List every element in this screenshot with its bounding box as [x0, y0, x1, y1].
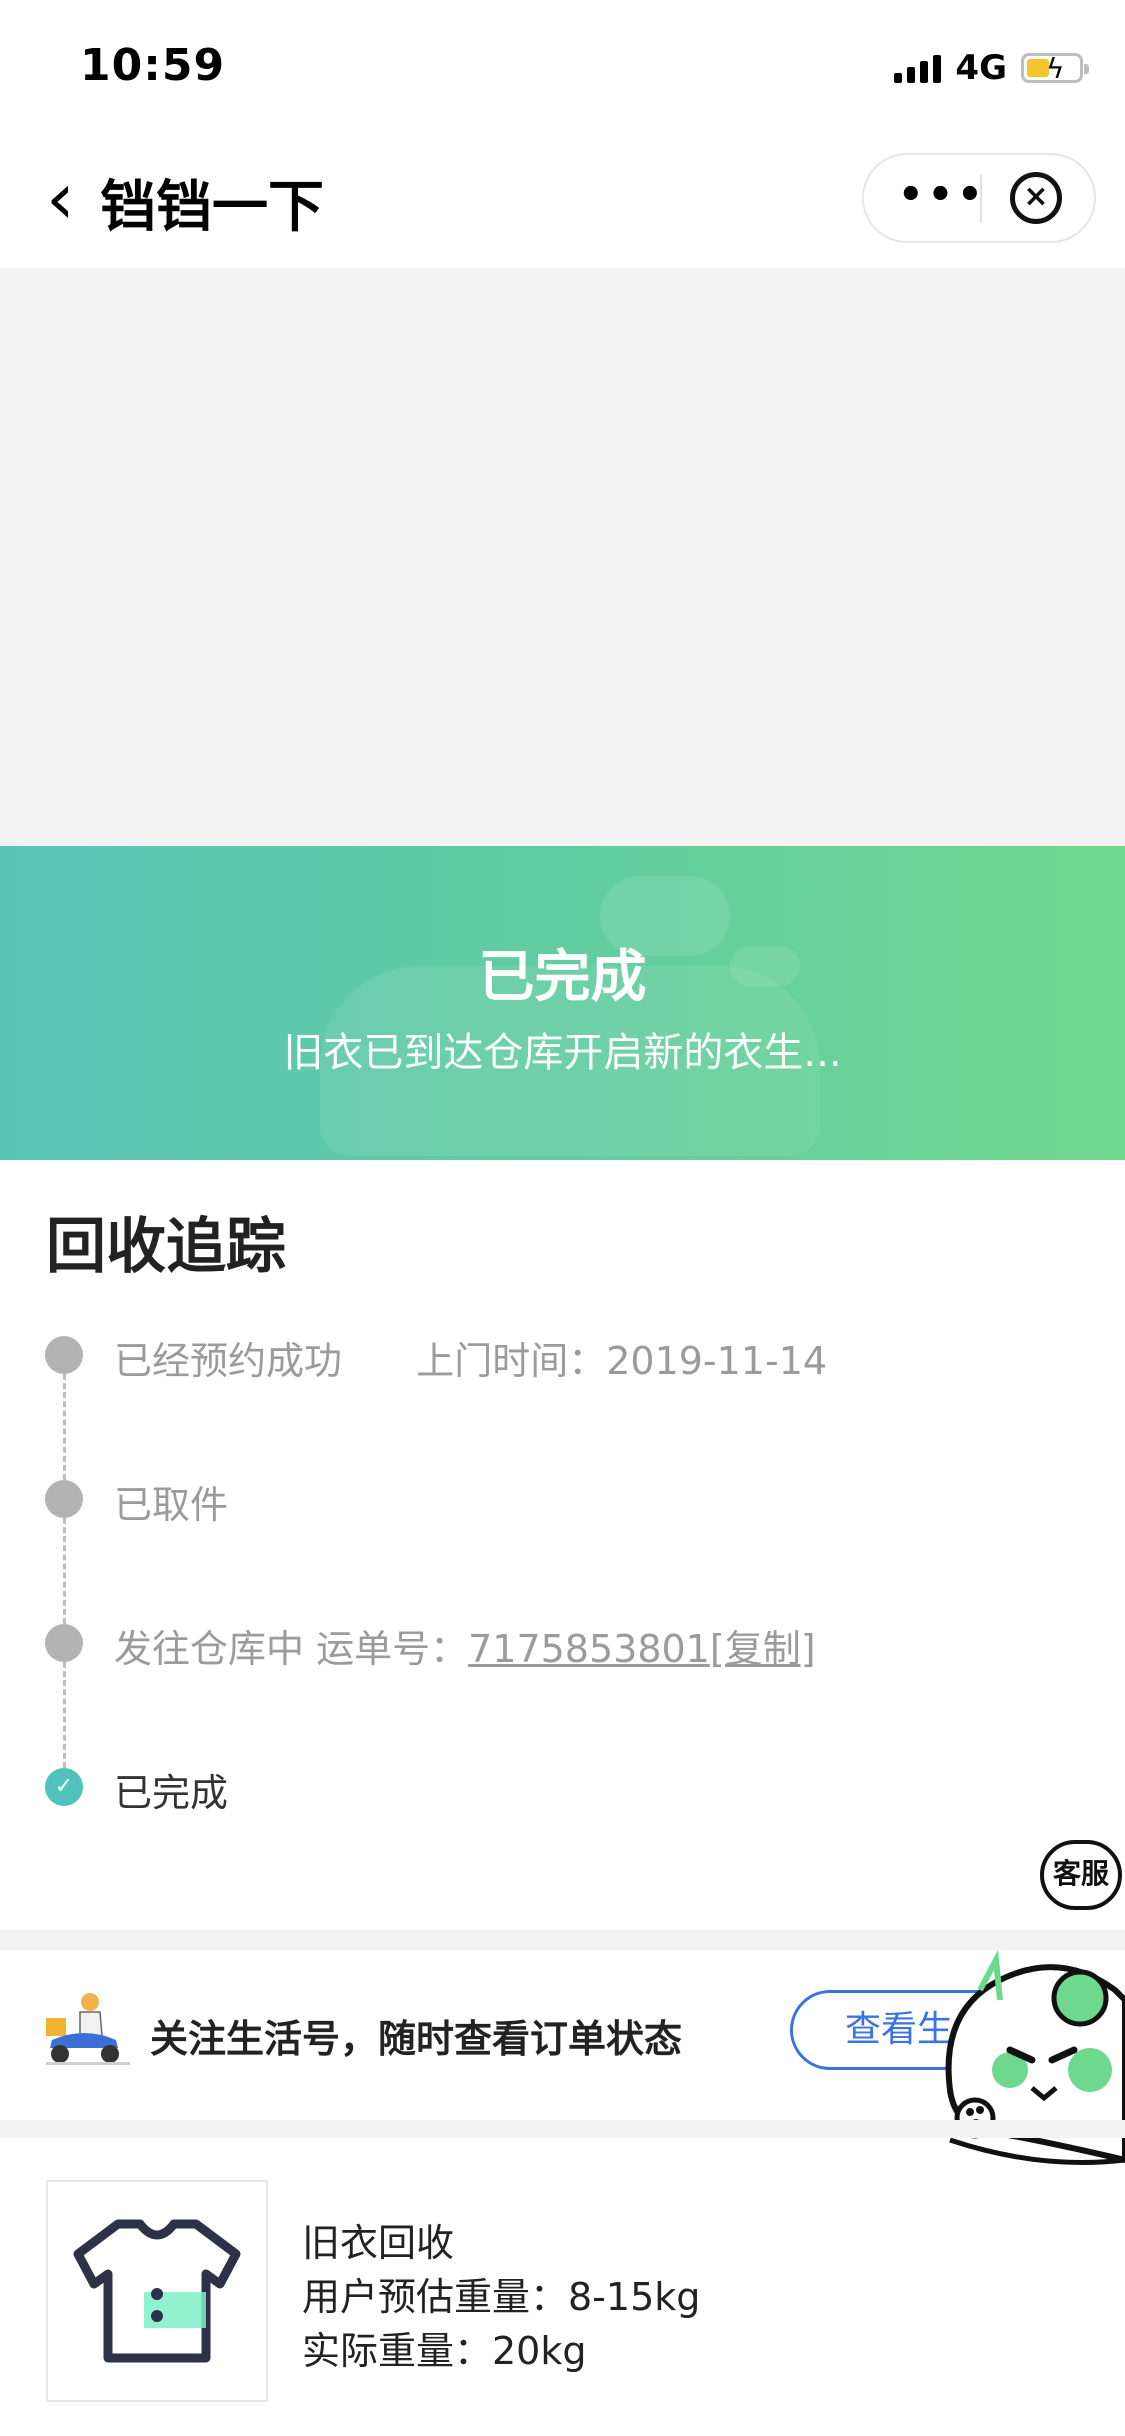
visit-time-label: 上门时间：	[416, 1339, 607, 1383]
timeline-connector	[63, 1662, 66, 1768]
status-indicators: 4G ϟ	[894, 48, 1089, 88]
timeline-connector	[63, 1374, 66, 1480]
timeline-dot	[45, 1480, 83, 1518]
image-placeholder	[0, 268, 1125, 846]
shirt-icon	[73, 2219, 241, 2363]
timeline-step: 已取件	[114, 1474, 228, 1529]
capsule-divider	[980, 175, 982, 223]
timeline-dot	[45, 1624, 83, 1662]
miniapp-capsule: ••• ×	[862, 153, 1096, 243]
step-label: 发往仓库中 运单号：	[114, 1627, 469, 1671]
section-divider	[0, 2120, 1125, 2138]
signal-icon	[894, 53, 942, 83]
back-chevron-icon[interactable]: ‹	[46, 162, 75, 234]
banner-title: 已完成	[478, 945, 647, 1010]
follow-text: 关注生活号，随时查看订单状态	[150, 2017, 683, 2061]
order-name: 旧衣回收	[302, 2221, 455, 2265]
check-icon: ✓	[45, 1768, 83, 1806]
timeline-step: 发往仓库中 运单号：7175853801[复制]	[114, 1618, 816, 1673]
estimated-weight: 用户预估重量：8-15kg	[302, 2275, 701, 2319]
close-icon[interactable]: ×	[1010, 172, 1062, 224]
step-label: 已取件	[114, 1483, 229, 1527]
section-title: 回收追踪	[46, 1212, 286, 1282]
status-time: 10:59	[80, 40, 226, 91]
more-icon[interactable]: •••	[898, 175, 987, 215]
timeline-step: 已完成	[114, 1762, 228, 1817]
network-label: 4G	[955, 48, 1007, 88]
copy-link[interactable]: [复制]	[710, 1627, 816, 1671]
step-label: 已经预约成功	[114, 1339, 343, 1383]
battery-icon: ϟ	[1021, 52, 1089, 85]
visit-date: 2019-11-14	[606, 1339, 828, 1383]
order-thumbnail	[46, 2180, 268, 2402]
tracking-number-link[interactable]: 7175853801	[468, 1627, 710, 1671]
customer-service-button[interactable]: 客服	[1040, 1840, 1122, 1910]
page-title: 铛铛一下	[100, 175, 324, 240]
actual-weight: 实际重量：20kg	[302, 2329, 587, 2373]
scooter-rider-icon	[46, 1993, 130, 2065]
timeline-dot	[45, 1336, 83, 1374]
timeline-step: 已经预约成功 上门时间：2019-11-14	[114, 1330, 827, 1385]
step-label: 已完成	[114, 1771, 229, 1815]
banner-subtitle: 旧衣已到达仓库开启新的衣生...	[283, 1030, 842, 1076]
timeline-connector	[63, 1518, 66, 1624]
